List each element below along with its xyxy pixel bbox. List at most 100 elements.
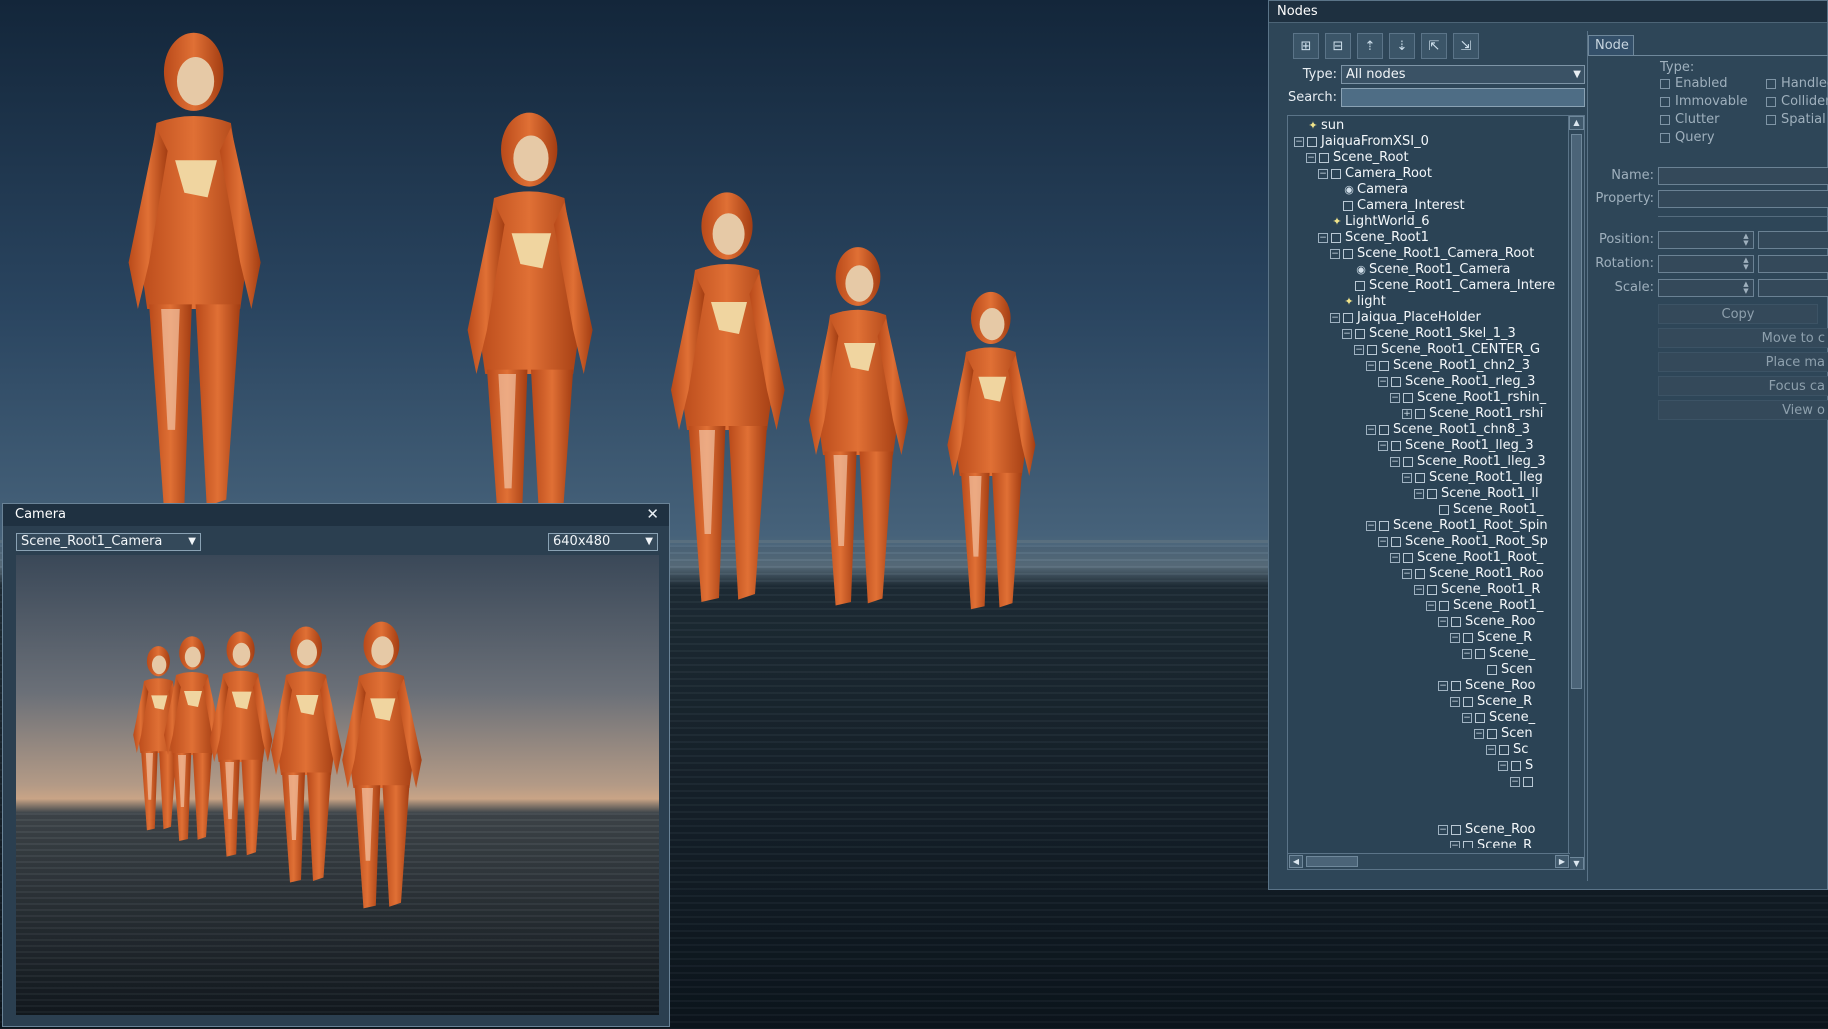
collapse-icon[interactable]: − — [1378, 441, 1388, 451]
checkbox-box[interactable] — [1766, 96, 1776, 107]
tree-node[interactable]: − S — [1292, 758, 1564, 774]
type-select[interactable]: All nodes ▼ — [1341, 65, 1585, 84]
collapse-icon[interactable]: − — [1438, 825, 1448, 835]
collapse-icon[interactable]: − — [1366, 521, 1376, 531]
copy-button[interactable]: Copy — [1658, 304, 1818, 324]
checkbox-box[interactable] — [1660, 78, 1670, 89]
collapse-all-icon[interactable]: ⊟ — [1325, 33, 1351, 59]
checkbox-box[interactable] — [1660, 96, 1670, 107]
checkbox-spatial[interactable]: Spatial — [1766, 112, 1826, 127]
tree-node[interactable]: − Scene_Root1_ — [1292, 598, 1564, 614]
tree-node[interactable] — [1292, 790, 1564, 806]
property-field[interactable] — [1658, 190, 1828, 208]
collapse-icon[interactable]: − — [1330, 313, 1340, 323]
tree-node[interactable]: − Scene_Root1_Camera_Root — [1292, 246, 1564, 262]
tree-node[interactable]: − Scene_Root1_ll — [1292, 486, 1564, 502]
spin-arrows-icon[interactable]: ▲ ▼ — [1740, 281, 1752, 295]
tree-node[interactable]: − Scene_Root1_Root_Spin — [1292, 518, 1564, 534]
checkbox-box[interactable] — [1766, 114, 1776, 125]
tree-node[interactable]: ◉ Scene_Root1_Camera — [1292, 262, 1564, 278]
tree-node[interactable]: − Scene_Root1_lleg — [1292, 470, 1564, 486]
place-button[interactable]: Place ma — [1658, 352, 1828, 372]
camera-select[interactable]: Scene_Root1_Camera ▼ — [16, 533, 201, 551]
tree-node[interactable]: − Scene_Root1_Root_Sp — [1292, 534, 1564, 550]
checkbox-immovable[interactable]: Immovable — [1660, 94, 1748, 109]
tree-node[interactable]: − Jaiqua_PlaceHolder — [1292, 310, 1564, 326]
collapse-icon[interactable]: − — [1486, 745, 1496, 755]
tree-node[interactable]: − — [1292, 774, 1564, 790]
tree-node[interactable]: ✦ LightWorld_6 — [1292, 214, 1564, 230]
collapse-icon[interactable]: − — [1330, 249, 1340, 259]
collapse-icon[interactable]: − — [1510, 777, 1520, 787]
tree-horizontal-scrollbar[interactable]: ◀ ▶ — [1288, 853, 1570, 869]
scroll-right-icon[interactable]: ▶ — [1555, 855, 1569, 868]
tree-node[interactable]: − Scene_Root1_R — [1292, 582, 1564, 598]
collapse-icon[interactable]: − — [1402, 569, 1412, 579]
move-to-camera-button[interactable]: Move to c — [1658, 328, 1828, 348]
collapse-icon[interactable]: − — [1438, 681, 1448, 691]
collapse-icon[interactable]: − — [1450, 633, 1460, 643]
collapse-icon[interactable]: − — [1390, 553, 1400, 563]
tree-node[interactable] — [1292, 806, 1564, 822]
tree-node[interactable]: ✦ light — [1292, 294, 1564, 310]
collapse-icon[interactable]: − — [1318, 169, 1328, 179]
import-icon[interactable]: ⇲ — [1453, 33, 1479, 59]
collapse-icon[interactable]: − — [1390, 457, 1400, 467]
spin-arrows-icon[interactable]: ▲ ▼ — [1740, 233, 1752, 247]
name-field[interactable] — [1658, 167, 1828, 185]
tree-node[interactable]: − Scene_Roo — [1292, 614, 1564, 630]
collapse-icon[interactable]: − — [1450, 697, 1460, 707]
tree-node[interactable]: − Scene_Root1_chn2_3 — [1292, 358, 1564, 374]
collapse-icon[interactable]: − — [1498, 761, 1508, 771]
tree-node[interactable]: − Scene_ — [1292, 710, 1564, 726]
tree-node[interactable]: − Scene_Root1_CENTER_G — [1292, 342, 1564, 358]
scroll-up-icon[interactable]: ▲ — [1569, 116, 1584, 130]
tree-node[interactable]: − Scene_ — [1292, 646, 1564, 662]
collapse-icon[interactable]: − — [1318, 233, 1328, 243]
collapse-icon[interactable]: − — [1378, 537, 1388, 547]
node-tree[interactable]: ✦ sun − JaiquaFromXSI_0− Scene_Root − Camera_R… — [1287, 115, 1585, 870]
nodes-panel-titlebar[interactable]: Nodes — [1269, 1, 1827, 23]
tree-node[interactable]: − Scene_Root1_lleg_3 — [1292, 454, 1564, 470]
tree-node[interactable]: − Scene_Roo — [1292, 822, 1564, 838]
collapse-icon[interactable]: − — [1474, 729, 1484, 739]
search-input[interactable] — [1341, 88, 1585, 107]
tree-node[interactable]: − Scen — [1292, 726, 1564, 742]
collapse-icon[interactable]: − — [1378, 377, 1388, 387]
resolution-select[interactable]: 640x480 ▼ — [548, 533, 658, 551]
focus-camera-button[interactable]: Focus ca — [1658, 376, 1828, 396]
tree-node[interactable]: − Scene_R — [1292, 694, 1564, 710]
spin-arrows-icon[interactable]: ▲ ▼ — [1740, 257, 1752, 271]
collapse-icon[interactable]: − — [1366, 425, 1376, 435]
expand-icon[interactable]: + — [1402, 409, 1412, 419]
collapse-icon[interactable]: − — [1450, 841, 1460, 848]
tree-node[interactable]: − Scene_Root1_chn8_3 — [1292, 422, 1564, 438]
scale-x-spinner[interactable]: ▲ ▼ — [1658, 279, 1754, 297]
tree-node[interactable]: − Scene_Root1_Skel_1_3 — [1292, 326, 1564, 342]
checkbox-enabled[interactable]: Enabled — [1660, 76, 1728, 91]
tree-vscroll-thumb[interactable] — [1571, 134, 1582, 689]
checkbox-query[interactable]: Query — [1660, 130, 1715, 145]
collapse-icon[interactable]: − — [1414, 489, 1424, 499]
tree-vertical-scrollbar[interactable]: ▲ ▼ — [1568, 116, 1584, 869]
view-button[interactable]: View o — [1658, 400, 1828, 420]
tree-node[interactable]: Scen — [1292, 662, 1564, 678]
collapse-icon[interactable]: − — [1462, 649, 1472, 659]
position-x-spinner[interactable]: ▲ ▼ — [1658, 231, 1754, 249]
tree-node[interactable]: − Scene_Root1_rleg_3 — [1292, 374, 1564, 390]
tree-node[interactable]: − Scene_Root1 — [1292, 230, 1564, 246]
rotation-x-spinner[interactable]: ▲ ▼ — [1658, 255, 1754, 273]
tree-node[interactable]: ◉ Camera — [1292, 182, 1564, 198]
scroll-down-icon[interactable]: ▼ — [1569, 857, 1584, 869]
close-icon[interactable]: ✕ — [646, 505, 659, 523]
position-y-spinner[interactable] — [1758, 231, 1828, 249]
tree-node[interactable]: − Scene_R — [1292, 630, 1564, 646]
expand-all-icon[interactable]: ⊞ — [1293, 33, 1319, 59]
tab-node[interactable]: Node — [1588, 35, 1634, 55]
checkbox-box[interactable] — [1766, 78, 1776, 89]
export-icon[interactable]: ⇱ — [1421, 33, 1447, 59]
collapse-icon[interactable]: − — [1366, 361, 1376, 371]
tree-node[interactable]: − Scene_Root1_rshin_ — [1292, 390, 1564, 406]
tree-node[interactable]: − Scene_Roo — [1292, 678, 1564, 694]
checkbox-box[interactable] — [1660, 114, 1670, 125]
